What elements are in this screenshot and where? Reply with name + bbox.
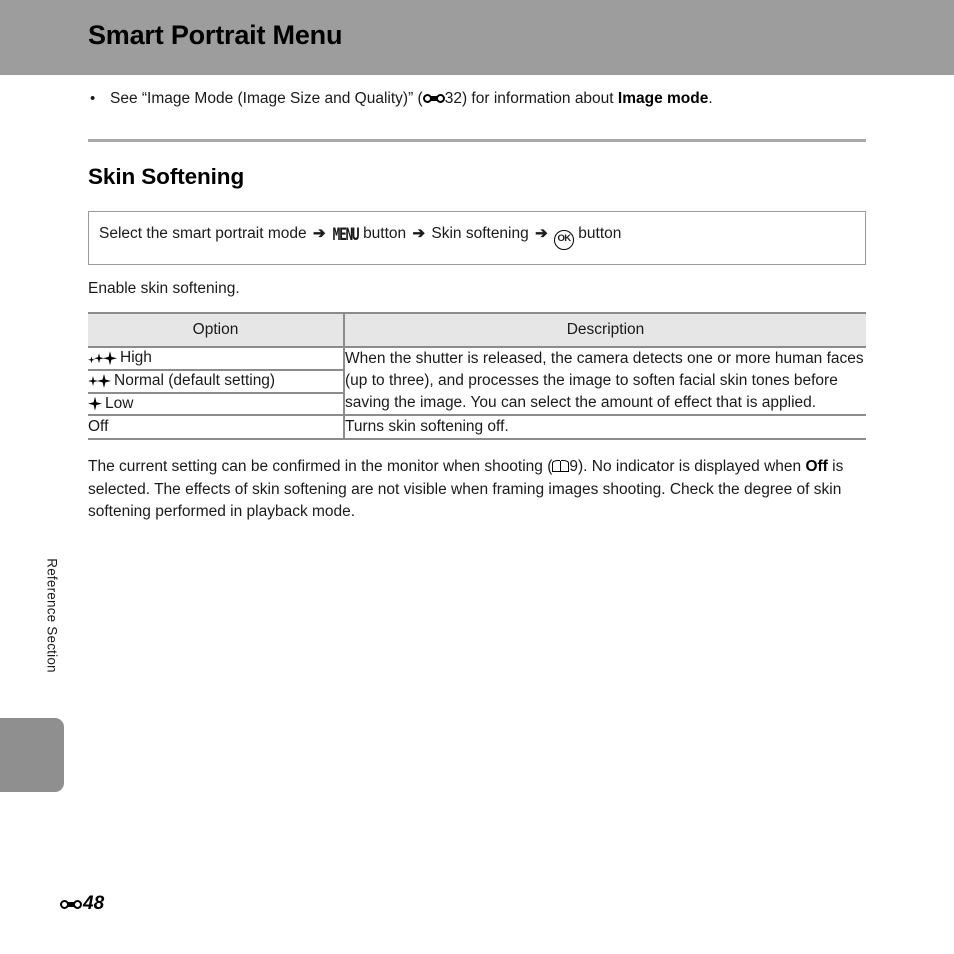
arrow-right-icon-1: ➔: [312, 225, 326, 243]
menu-path-box: Select the smart portrait mode ➔ MENU bu…: [88, 211, 866, 266]
intro-bullet-text: See “Image Mode (Image Size and Quality)…: [110, 88, 866, 110]
page-footer: 48: [60, 893, 104, 915]
path-step-4: button: [578, 225, 622, 243]
closing-ref-number: 9: [569, 458, 579, 476]
sparkle-high-icon: [88, 350, 117, 368]
path-step-3: Skin softening: [431, 225, 529, 243]
intro-ref-page: 32: [444, 90, 462, 107]
intro-bold-term: Image mode: [617, 90, 709, 107]
table-header-option: Option: [88, 312, 345, 349]
manual-book-icon: [552, 459, 570, 473]
menu-button-icon: MENU: [332, 225, 360, 246]
option-label: High: [120, 349, 152, 367]
option-label: Low: [105, 394, 134, 412]
closing-paragraph: The current setting can be confirmed in …: [88, 456, 866, 523]
page-title: Smart Portrait Menu: [88, 20, 343, 50]
reference-section-icon: [422, 92, 445, 105]
table-cell-option: High: [88, 347, 345, 372]
ok-button-icon: OK: [553, 230, 574, 251]
arrow-right-icon-2: ➔: [412, 225, 426, 243]
table-cell-option: Off: [88, 414, 345, 441]
reference-section-icon: [60, 898, 82, 911]
options-table: Option Description High When the shutter…: [88, 312, 866, 441]
table-header-description: Description: [344, 312, 866, 349]
page-content: • See “Image Mode (Image Size and Qualit…: [88, 75, 866, 524]
intro-text-before: See “Image Mode (Image Size and Quality)…: [110, 90, 423, 107]
sparkle-normal-icon: [88, 373, 111, 391]
intro-text-middle: ) for information about: [461, 90, 618, 107]
table-cell-description: When the shutter is released, the camera…: [344, 346, 866, 417]
table-row: High When the shutter is released, the c…: [88, 346, 866, 417]
page-number: 48: [83, 893, 105, 914]
table-cell-option: Low: [88, 391, 345, 417]
closing-part-1: The current setting can be confirmed in …: [88, 458, 553, 476]
arrow-right-icon-3: ➔: [535, 225, 548, 243]
side-section-label: Reference Section: [44, 558, 60, 673]
option-label: Normal (default setting): [114, 371, 276, 389]
table-caption: Enable skin softening.: [88, 280, 240, 298]
section-title: Skin Softening: [88, 164, 245, 190]
path-step-1: Select the smart portrait mode: [99, 225, 307, 243]
table-header-row: Option Description: [88, 312, 866, 349]
table-cell-option: Normal (default setting): [88, 369, 345, 394]
page-header-band: Smart Portrait Menu: [0, 0, 954, 75]
intro-text-after: .: [708, 90, 713, 107]
bullet-dot-icon: •: [90, 90, 96, 107]
table-cell-description: Turns skin softening off.: [344, 414, 866, 441]
section-divider: [88, 139, 866, 143]
closing-bold-term: Off: [805, 458, 828, 476]
path-step-2: button: [363, 225, 407, 243]
table-row: Off Turns skin softening off.: [88, 414, 866, 441]
intro-bullet-item: • See “Image Mode (Image Size and Qualit…: [88, 88, 866, 110]
closing-part-2: ). No indicator is displayed when: [578, 458, 806, 476]
side-section-tab: [0, 718, 64, 792]
sparkle-low-icon: [88, 396, 102, 414]
